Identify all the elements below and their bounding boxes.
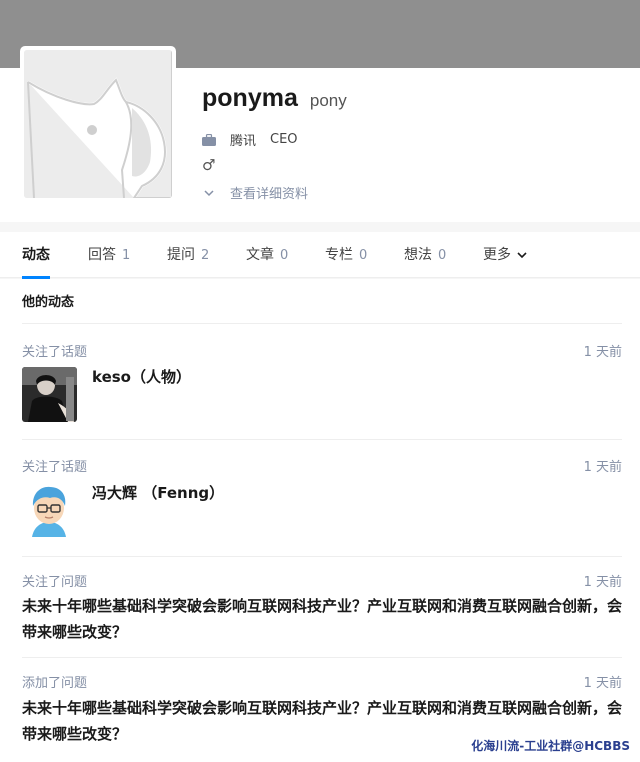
feed-header: 他的动态: [22, 295, 75, 310]
tab-answers[interactable]: 回答 1: [88, 232, 130, 278]
tab-label: 回答: [88, 247, 116, 263]
activity-action: 添加了问题: [22, 676, 88, 691]
activity-time: 1 天前: [583, 460, 622, 475]
divider: [22, 556, 622, 557]
tab-label: 提问: [167, 247, 195, 263]
activity-action: 关注了话题: [22, 345, 88, 360]
tab-count: 1: [122, 248, 131, 263]
tab-columns[interactable]: 专栏 0: [325, 232, 367, 278]
tab-label: 文章: [246, 247, 274, 263]
divider: [22, 657, 622, 658]
divider: [22, 439, 622, 440]
tab-label: 专栏: [325, 247, 353, 263]
watermark: 化海川流-工业社群@HCBBS: [471, 739, 630, 753]
work-info: 腾讯 CEO: [202, 130, 298, 149]
tab-label: 动态: [22, 247, 50, 263]
activity-action: 关注了话题: [22, 460, 88, 475]
username: ponyma: [202, 84, 298, 112]
divider: [22, 323, 622, 324]
male-icon: ♂: [202, 156, 216, 174]
topic-avatar-photo[interactable]: [22, 367, 77, 422]
tab-count: 0: [280, 248, 289, 263]
tab-count: 2: [201, 248, 210, 263]
avatar[interactable]: [20, 46, 176, 202]
job-title: CEO: [270, 132, 298, 147]
headline: pony: [309, 91, 347, 110]
tab-questions[interactable]: 提问 2: [167, 232, 209, 278]
tab-activities[interactable]: 动态: [22, 232, 50, 279]
gender-info: ♂: [202, 156, 215, 174]
view-details-label: 查看详细资料: [230, 187, 309, 202]
view-details-link[interactable]: 查看详细资料: [202, 183, 308, 202]
profile-tabs: 动态 回答 1 提问 2 文章 0 专栏 0 想法 0 更多: [0, 232, 640, 279]
tab-articles[interactable]: 文章 0: [246, 232, 288, 278]
company-name: 腾讯: [230, 134, 257, 149]
activity-time: 1 天前: [583, 676, 622, 691]
activity-feed: 他的动态 关注了话题 1 天前 keso（人物） 关注了话题 1 天前 冯大辉 …: [0, 279, 640, 762]
default-avatar-icon: [24, 50, 172, 198]
tab-more[interactable]: 更多: [483, 232, 528, 278]
tab-count: 0: [359, 248, 368, 263]
tab-label: 更多: [483, 247, 511, 263]
chevron-down-icon: [517, 232, 528, 278]
activity-time: 1 天前: [583, 345, 622, 360]
activity-time: 1 天前: [583, 575, 622, 590]
activity-action: 关注了问题: [22, 575, 88, 590]
tab-pins[interactable]: 想法 0: [404, 232, 446, 278]
chevron-down-icon: [202, 186, 216, 200]
tab-count: 0: [438, 248, 447, 263]
topic-title[interactable]: 冯大辉 （Fenng）: [92, 482, 224, 503]
tab-label: 想法: [404, 247, 432, 263]
name-row: ponyma pony: [202, 84, 347, 113]
briefcase-icon: [202, 133, 216, 147]
question-title[interactable]: 未来十年哪些基础科学突破会影响互联网科技产业？产业互联网和消费互联网融合创新，会…: [22, 593, 622, 645]
topic-avatar-cartoon[interactable]: [22, 482, 77, 537]
topic-title[interactable]: keso（人物）: [92, 366, 191, 387]
